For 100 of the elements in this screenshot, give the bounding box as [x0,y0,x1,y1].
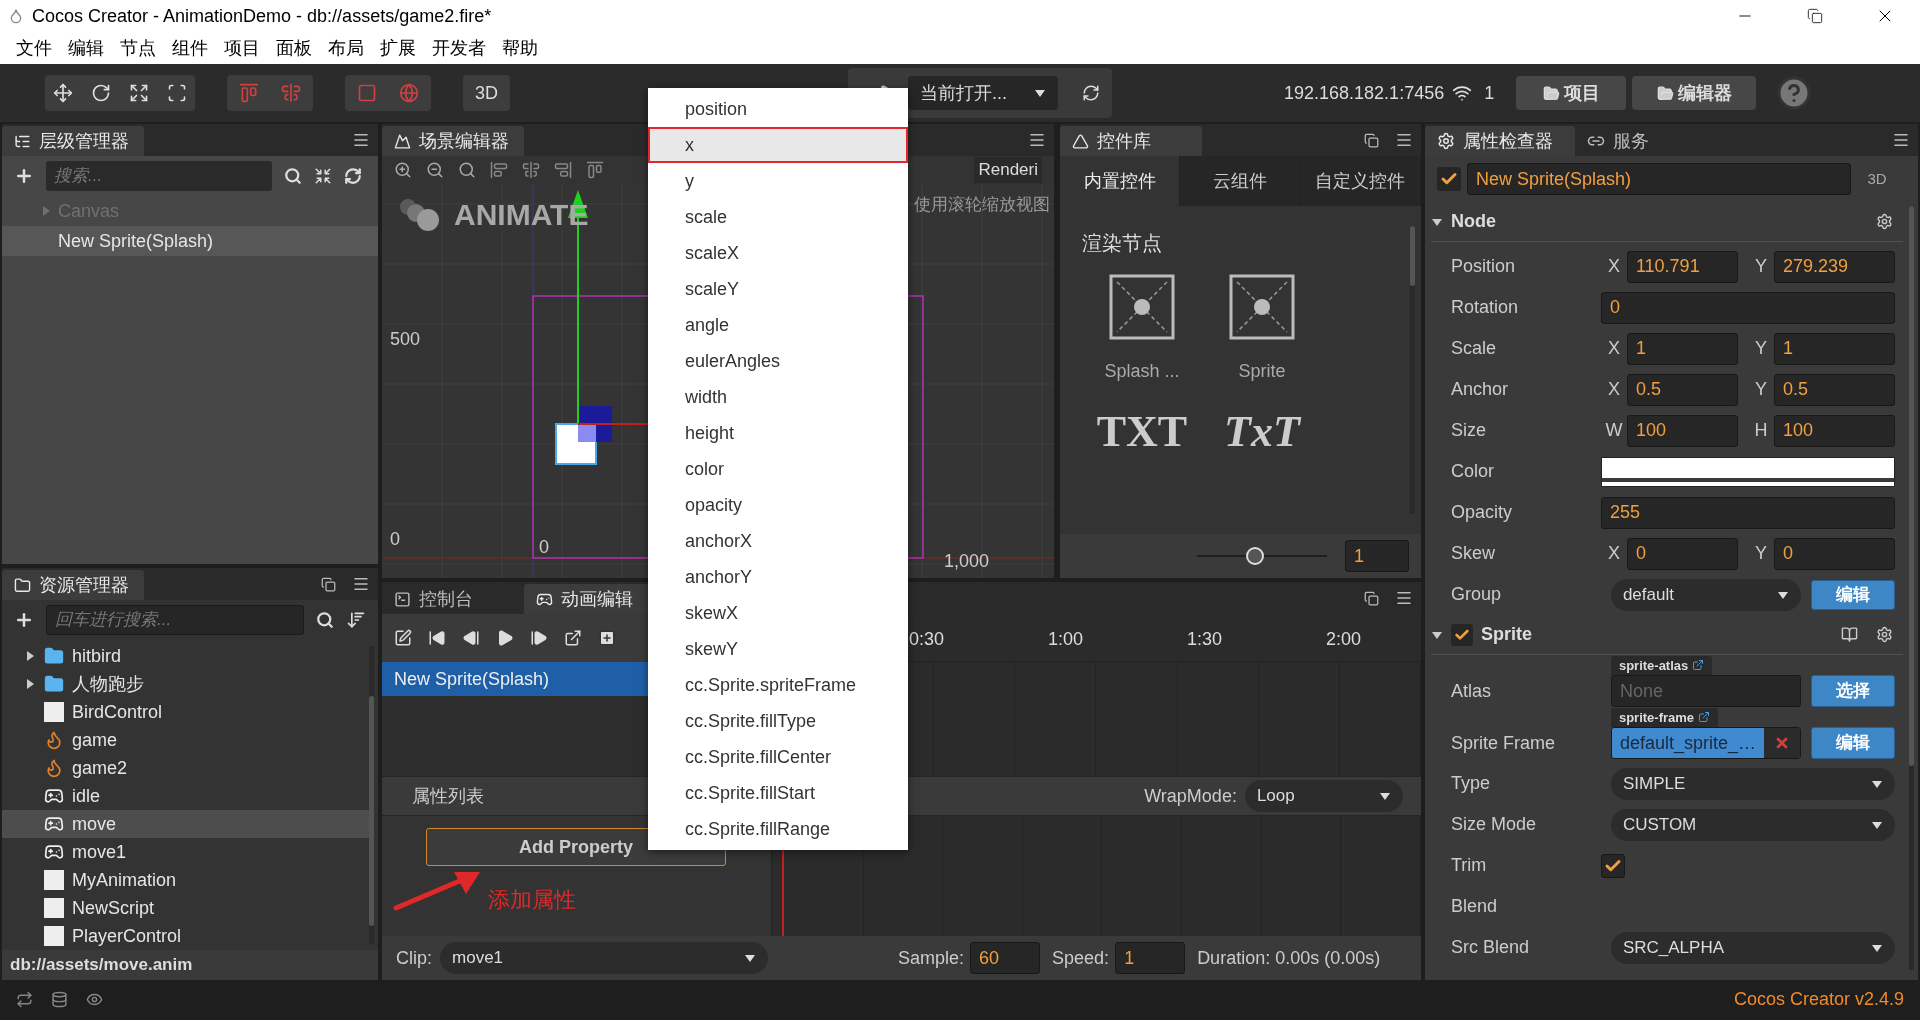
align-left-icon[interactable] [490,161,508,179]
menu-icon[interactable] [1394,131,1413,149]
asset-action-button[interactable]: 编辑 [1811,727,1895,759]
input-field[interactable]: 0 [1626,537,1738,570]
scrollbar-thumb[interactable] [369,696,374,926]
edit-button[interactable]: 编辑 [1811,579,1895,610]
asset-item[interactable]: MyAnimation [2,866,369,894]
sample-field[interactable]: 60 [970,942,1041,974]
scrollbar-thumb[interactable] [1909,206,1914,766]
render-menu[interactable]: Renderi [974,157,1042,183]
collapse-icon[interactable] [314,167,332,185]
asset-field[interactable]: default_sprite_… [1610,727,1801,759]
checkbox[interactable] [1600,853,1625,878]
open-folder-button[interactable]: 编辑器 [1632,76,1757,110]
caret-icon[interactable] [1034,87,1046,99]
caret-icon[interactable] [1378,790,1391,802]
library-tab[interactable]: 内置控件 [1060,156,1181,206]
menu-option[interactable]: anchorX [648,523,908,559]
align-right-icon[interactable] [554,161,572,179]
help-icon[interactable] [1776,75,1813,111]
input-field[interactable]: 1 [1626,332,1738,365]
popout-icon[interactable] [1363,590,1379,606]
play-icon[interactable] [496,629,514,647]
input-field[interactable]: 0.5 [1773,373,1895,406]
help-book-icon[interactable] [1841,626,1858,643]
component-enabled-checkbox[interactable] [1450,623,1473,646]
database-icon[interactable] [51,990,68,1008]
menu-icon[interactable] [352,575,370,593]
rotate-tool-icon[interactable] [91,83,111,103]
asset-item[interactable]: move1 [2,838,369,866]
zoom-field[interactable]: 1 [1344,540,1409,572]
add-icon[interactable] [14,166,34,186]
speed-field[interactable]: 1 [1115,942,1186,974]
menu-option[interactable]: color [648,451,908,487]
asset-item[interactable]: idle [2,782,369,810]
menu-option[interactable]: opacity [648,487,908,523]
input-field[interactable]: 110.791 [1626,250,1738,283]
menu-option[interactable]: position [648,91,908,127]
section-title[interactable]: Node [1450,208,1868,235]
edit-icon[interactable] [394,629,412,647]
search-field[interactable]: 搜索... [46,161,272,191]
zoom-out-icon[interactable] [426,161,444,179]
node-name-field[interactable]: New Sprite(Splash) [1466,163,1851,195]
rect-tool-icon[interactable] [167,83,187,103]
label-node-icon[interactable]: TXT [1096,399,1188,465]
move-tool-icon[interactable] [53,83,73,103]
library-tab[interactable]: 云组件 [1180,156,1301,206]
input-field[interactable]: 0 [1600,291,1895,324]
asset-item[interactable]: BirdControl [2,698,369,726]
menu-option[interactable]: eulerAngles [648,343,908,379]
hierarchy-node[interactable]: New Sprite(Splash) [2,226,378,256]
refresh-icon[interactable] [1082,84,1100,102]
first-frame-icon[interactable] [428,629,446,647]
expand-arrow-icon[interactable] [24,650,36,662]
menu-icon[interactable] [1892,131,1910,149]
menu-item[interactable]: 文件 [8,34,60,62]
settings-icon[interactable] [1876,213,1893,230]
clear-button[interactable] [1764,728,1800,758]
asset-item[interactable]: 人物跑步 [2,670,369,698]
menu-option[interactable]: angle [648,307,908,343]
section-title[interactable]: Sprite [1480,621,1833,648]
open-folder-button[interactable]: 项目 [1516,76,1627,110]
slider-thumb[interactable] [1246,547,1265,565]
menu-item[interactable]: 面板 [268,34,320,62]
menu-option[interactable]: cc.Sprite.fillCenter [648,739,908,775]
search-icon[interactable] [284,167,302,185]
color-swatch[interactable] [1600,456,1895,487]
menu-option[interactable]: scaleX [648,235,908,271]
zoom-reset-icon[interactable] [458,161,476,179]
input-field[interactable]: 1 [1773,332,1895,365]
sprite-node-icon[interactable] [1109,274,1175,340]
asset-action-button[interactable]: 选择 [1811,675,1895,707]
menu-option[interactable]: y [648,163,908,199]
caret-icon[interactable] [744,952,756,964]
scrollbar-thumb[interactable] [1409,226,1415,286]
input-field[interactable]: 279.239 [1773,250,1895,283]
open-icon[interactable] [564,629,582,647]
align-top-icon[interactable] [586,161,604,179]
search-field[interactable]: 回车进行搜索... [46,605,304,635]
3d-toggle-button[interactable]: 3D [463,75,510,111]
add-event-icon[interactable] [598,629,616,647]
settings-icon[interactable] [1876,626,1893,643]
popout-icon[interactable] [1363,132,1379,148]
menu-icon[interactable] [1028,131,1046,149]
menu-icon[interactable] [1394,589,1413,607]
menu-item[interactable]: 组件 [164,34,216,62]
next-frame-icon[interactable] [530,629,548,647]
wrap-mode-select[interactable]: Loop [1244,780,1403,812]
panel-tab[interactable]: 资源管理器 [2,570,144,600]
asset-type-tag[interactable]: sprite-atlas [1610,655,1713,675]
select-dropdown[interactable]: SIMPLE [1610,767,1895,800]
menu-option[interactable]: cc.Sprite.fillType [648,703,908,739]
select-dropdown[interactable]: SRC_ALPHA [1610,931,1895,964]
restore-icon[interactable] [1807,8,1823,24]
menu-option[interactable]: height [648,415,908,451]
zoom-in-icon[interactable] [394,161,412,179]
sort-icon[interactable] [346,610,366,630]
panel-tab[interactable]: 层级管理器 [2,126,144,156]
refresh-icon[interactable] [344,167,362,185]
menu-item[interactable]: 扩展 [372,34,424,62]
